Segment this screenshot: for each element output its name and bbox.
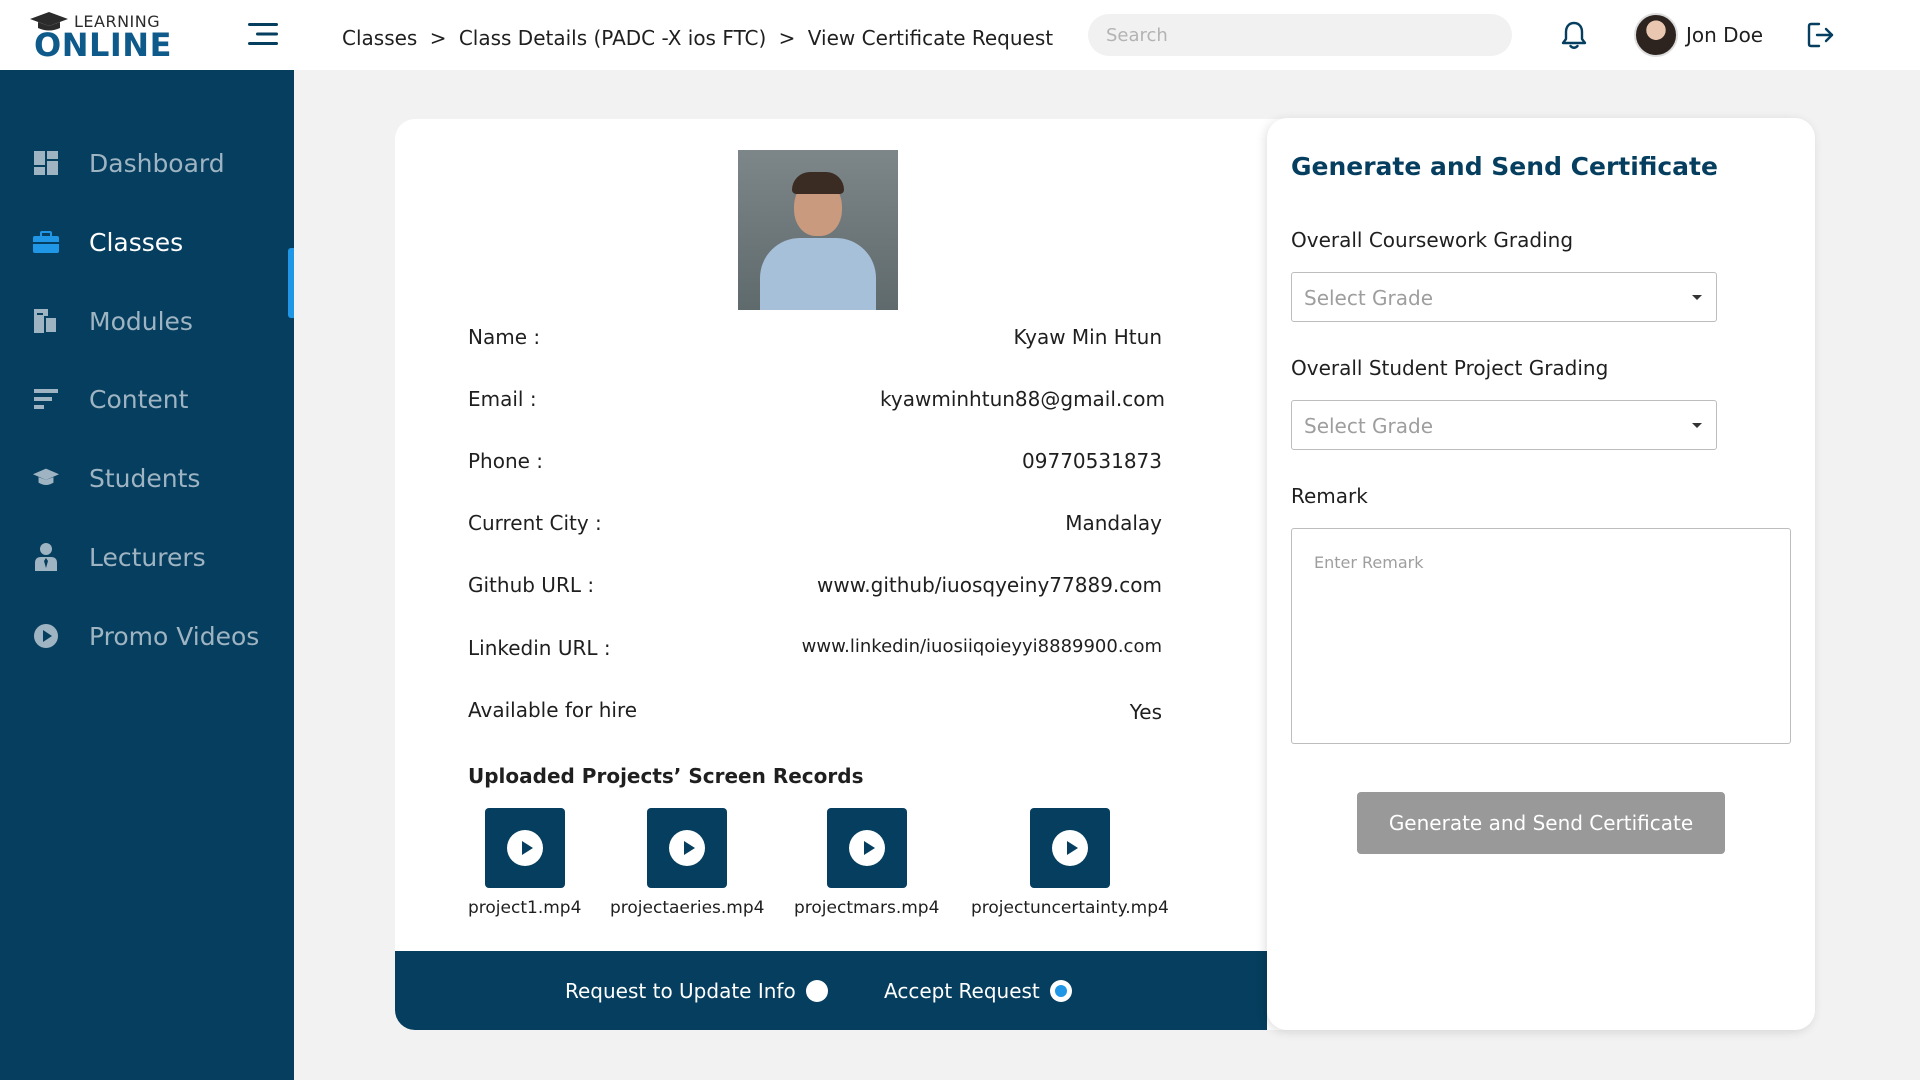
coursework-grading-label: Overall Coursework Grading [1291, 228, 1574, 252]
play-circle-icon [32, 622, 60, 650]
sidebar-item-label: Content [89, 384, 189, 414]
request-update-label: Request to Update Info [565, 979, 796, 1003]
sidebar-item-modules[interactable]: Modules [0, 291, 294, 351]
info-row-linkedin: Linkedin URL : www.linkedin/iuosiiqoieyy… [468, 636, 1162, 666]
info-row-email: Email : kyawminhtun88@gmail.com [468, 387, 1165, 417]
play-icon [484, 808, 565, 888]
breadcrumb-classes[interactable]: Classes [342, 26, 417, 50]
sidebar-item-students[interactable]: Students [0, 448, 294, 508]
sidebar-item-label: Lecturers [89, 542, 206, 572]
lecturer-icon [32, 543, 60, 571]
sidebar-item-dashboard[interactable]: Dashboard [0, 133, 294, 193]
project-grade-select[interactable]: Select Grade [1291, 400, 1717, 450]
breadcrumb-separator: > [778, 26, 796, 50]
panel-title: Generate and Send Certificate [1291, 152, 1718, 181]
play-icon [826, 808, 907, 888]
field-value: Mandalay [1065, 511, 1162, 535]
play-icon [1029, 808, 1110, 888]
request-action-bar: Request to Update Info Accept Request [395, 951, 1267, 1030]
play-icon [647, 808, 728, 888]
student-photo [738, 150, 898, 310]
field-label: Linkedin URL : [468, 636, 611, 660]
project-grading-label: Overall Student Project Grading [1291, 356, 1609, 380]
sidebar-item-label: Students [89, 463, 201, 493]
breadcrumb-class-details[interactable]: Class Details (PADC -X ios FTC) [459, 26, 766, 50]
active-indicator [288, 248, 294, 318]
radio-button[interactable] [1049, 980, 1072, 1002]
avatar [1634, 13, 1678, 57]
sidebar-item-label: Modules [89, 306, 193, 336]
select-placeholder: Select Grade [1304, 414, 1434, 438]
sidebar-item-label: Classes [89, 227, 184, 257]
field-label: Name : [468, 325, 541, 349]
uploads-title: Uploaded Projects’ Screen Records [468, 764, 864, 788]
sidebar-item-promo-videos[interactable]: Promo Videos [0, 606, 294, 666]
field-label: Github URL : [468, 573, 595, 597]
sidebar: Dashboard Classes Modules Content Studen… [0, 70, 294, 1080]
content-icon [32, 385, 60, 413]
search-input[interactable] [1088, 14, 1512, 56]
accept-request-option[interactable]: Accept Request [884, 979, 1072, 1003]
caret-down-icon [1692, 423, 1702, 428]
sidebar-item-label: Promo Videos [89, 621, 260, 651]
video-filename: projectuncertainty.mp4 [971, 898, 1169, 918]
briefcase-icon [32, 228, 60, 256]
info-row-city: Current City : Mandalay [468, 511, 1162, 541]
user-menu[interactable]: Jon Doe [1634, 12, 1763, 58]
caret-down-icon [1692, 295, 1702, 300]
linkedin-link[interactable]: www.linkedin/iuosiiqoieyyi8889900.com [802, 636, 1162, 657]
breadcrumb: Classes > Class Details (PADC -X ios FTC… [342, 26, 1059, 50]
sidebar-item-content[interactable]: Content [0, 369, 294, 429]
info-row-github: Github URL : www.github/iuosqyeiny77889.… [468, 573, 1162, 603]
accept-request-label: Accept Request [884, 979, 1040, 1003]
logo-text-bottom: ONLINE [34, 26, 172, 64]
bell-icon[interactable] [1560, 20, 1588, 50]
field-label: Available for hire [468, 698, 638, 722]
coursework-grade-select[interactable]: Select Grade [1291, 272, 1717, 322]
field-label: Email : [468, 387, 537, 411]
breadcrumb-separator: > [429, 26, 447, 50]
sidebar-item-lecturers[interactable]: Lecturers [0, 527, 294, 587]
logout-icon[interactable] [1806, 20, 1836, 50]
user-name: Jon Doe [1686, 23, 1764, 47]
remark-textarea[interactable] [1291, 528, 1791, 744]
video-file[interactable]: projectmars.mp4 [794, 808, 939, 918]
top-bar: LEARNING ONLINE Classes > Class Details … [0, 0, 1920, 70]
certificate-panel: Generate and Send Certificate Overall Co… [1267, 118, 1815, 1030]
learning-online-logo[interactable]: LEARNING ONLINE [28, 10, 171, 64]
github-link[interactable]: www.github/iuosqyeiny77889.com [817, 573, 1162, 597]
video-file[interactable]: projectaeries.mp4 [610, 808, 764, 918]
info-row-phone: Phone : 09770531873 [468, 449, 1162, 479]
graduation-cap-icon [32, 464, 60, 492]
sidebar-item-label: Dashboard [89, 148, 225, 178]
video-filename: projectaeries.mp4 [610, 898, 765, 918]
video-file[interactable]: projectuncertainty.mp4 [971, 808, 1169, 918]
dashboard-icon [32, 149, 60, 177]
radio-button[interactable] [805, 980, 828, 1002]
info-row-available-for-hire: Available for hire Yes [468, 698, 1162, 728]
video-filename: projectmars.mp4 [794, 898, 940, 918]
request-update-option[interactable]: Request to Update Info [565, 979, 828, 1003]
info-row-name: Name : Kyaw Min Htun [468, 325, 1162, 355]
video-filename: project1.mp4 [468, 898, 582, 918]
breadcrumb-current-page: View Certificate Request [807, 26, 1054, 50]
generate-certificate-button[interactable]: Generate and Send Certificate [1357, 792, 1725, 854]
field-value: Kyaw Min Htun [1013, 325, 1162, 349]
field-value: Yes [1129, 700, 1162, 724]
field-value: kyawminhtun88@gmail.com [880, 387, 1165, 411]
field-label: Phone : [468, 449, 544, 473]
remark-label: Remark [1291, 484, 1368, 508]
field-value: 09770531873 [1022, 449, 1162, 473]
field-label: Current City : [468, 511, 602, 535]
sidebar-item-classes[interactable]: Classes [0, 212, 294, 272]
select-placeholder: Select Grade [1304, 286, 1434, 310]
modules-icon [32, 307, 60, 335]
video-file[interactable]: project1.mp4 [468, 808, 581, 918]
hamburger-menu-icon[interactable] [248, 20, 278, 48]
